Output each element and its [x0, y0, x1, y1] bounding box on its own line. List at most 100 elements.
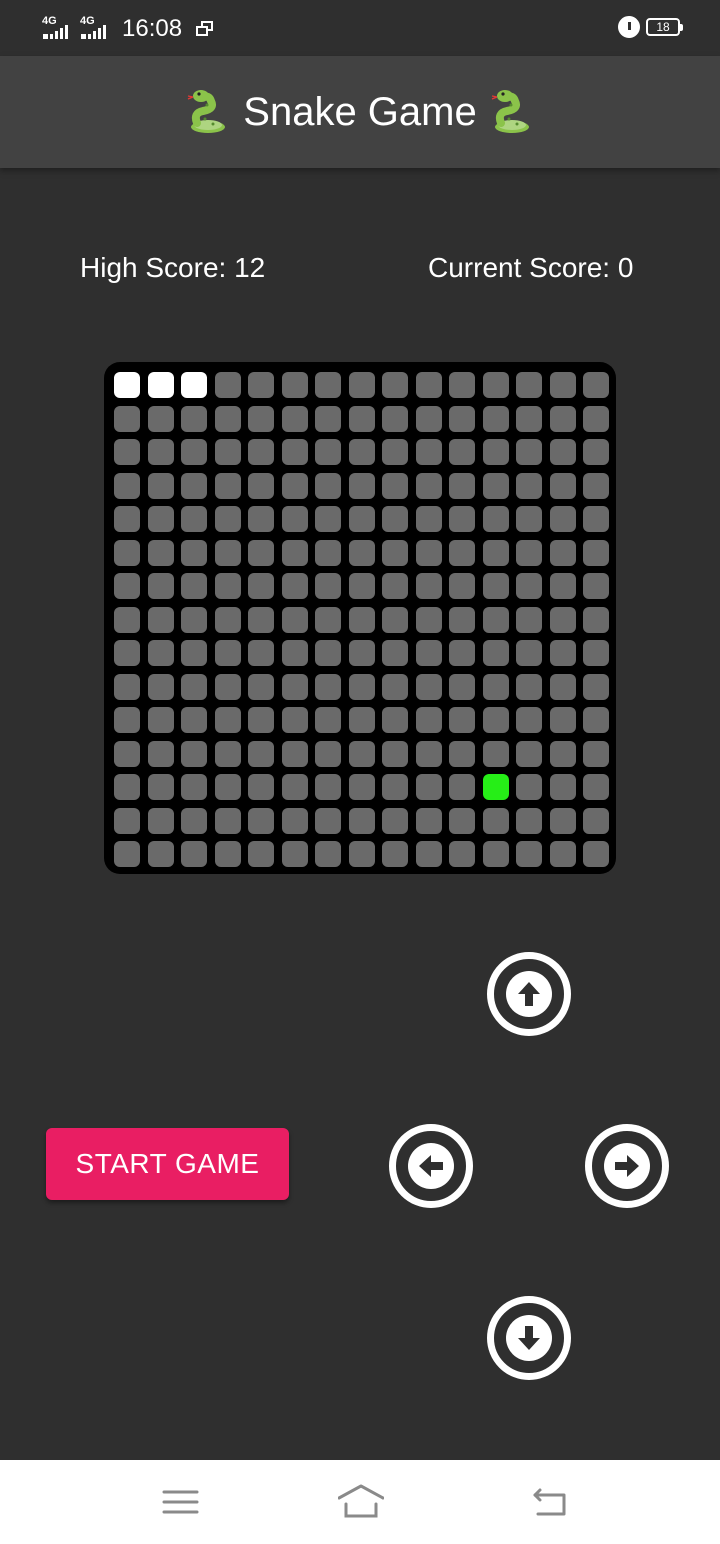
board-cell	[348, 506, 375, 532]
board-cell	[415, 439, 442, 465]
board-cell	[348, 439, 375, 465]
board-cell	[348, 707, 375, 733]
board-cell	[516, 640, 542, 666]
board-cell	[114, 606, 140, 633]
arrow-down-icon	[506, 1315, 552, 1361]
board-cell	[516, 740, 542, 767]
navigation-bar	[0, 1460, 720, 1544]
board-cell	[382, 774, 408, 800]
board-cell	[449, 673, 475, 700]
board-cell	[449, 707, 475, 733]
high-score: High Score: 12	[80, 252, 266, 283]
arrow-up-icon	[506, 971, 552, 1017]
board-cell	[516, 673, 542, 700]
board-cell	[449, 372, 475, 398]
down-button[interactable]	[487, 1296, 571, 1380]
board-cell	[516, 405, 542, 432]
start-game-button[interactable]: START GAME	[46, 1128, 289, 1200]
board-cell	[114, 707, 140, 733]
board-cell	[382, 807, 408, 834]
board-cell	[147, 841, 174, 867]
status-left: 4G 4G 16:08	[42, 14, 214, 44]
board-cell	[281, 372, 308, 398]
board-cell	[181, 707, 207, 733]
board-cell	[449, 774, 475, 800]
left-button[interactable]	[389, 1124, 473, 1208]
board-cell	[482, 807, 509, 834]
board-cell	[549, 506, 576, 532]
board-cell	[281, 841, 308, 867]
board-cell	[315, 841, 341, 867]
board-cell	[114, 573, 140, 599]
board-cell	[248, 405, 274, 432]
snake-segment	[114, 372, 140, 398]
board-cell	[415, 472, 442, 499]
board-cell	[482, 372, 509, 398]
board-cell	[516, 539, 542, 566]
board-cell	[214, 472, 241, 499]
board-cell	[415, 606, 442, 633]
board-cell	[147, 606, 174, 633]
alarm-icon	[618, 16, 640, 38]
snake-segment	[147, 372, 174, 398]
status-time: 16:08	[122, 15, 183, 42]
board-cell	[516, 506, 542, 532]
home-icon[interactable]	[338, 1482, 384, 1522]
board-cell	[583, 740, 609, 767]
board-cell	[516, 807, 542, 834]
board-cell	[147, 573, 174, 599]
board-cell	[281, 774, 308, 800]
board-cell	[482, 841, 509, 867]
board-cell	[449, 841, 475, 867]
board-cell	[382, 539, 408, 566]
board-cell	[549, 807, 576, 834]
board-cell	[281, 405, 308, 432]
current-score: Current Score: 0	[428, 252, 634, 283]
board-cell	[147, 539, 174, 566]
board-cell	[181, 439, 207, 465]
arrow-left-icon	[408, 1143, 454, 1189]
right-button[interactable]	[585, 1124, 669, 1208]
app-title-text: Snake Game	[243, 89, 477, 134]
board-cell	[281, 606, 308, 633]
board-cell	[214, 439, 241, 465]
board-cell	[248, 472, 274, 499]
board-cell	[415, 539, 442, 566]
menu-icon[interactable]	[161, 1482, 201, 1522]
board-cell	[449, 539, 475, 566]
board-cell	[147, 673, 174, 700]
board-cell	[315, 807, 341, 834]
board-cell	[281, 673, 308, 700]
board-cell	[382, 506, 408, 532]
battery-level: 18	[656, 20, 670, 34]
board-cell	[181, 506, 207, 532]
up-button[interactable]	[487, 952, 571, 1036]
board-cell	[181, 740, 207, 767]
snake-icon	[188, 90, 226, 133]
board-cell	[482, 606, 509, 633]
board-cell	[549, 372, 576, 398]
board-cell	[181, 841, 207, 867]
food-item	[482, 774, 509, 800]
board-cell	[482, 539, 509, 566]
board-cell	[415, 506, 442, 532]
board-cell	[348, 774, 375, 800]
board-cell	[583, 539, 609, 566]
board-cell	[583, 573, 609, 599]
board-cell	[415, 573, 442, 599]
board-cell	[248, 707, 274, 733]
board-cell	[348, 573, 375, 599]
board-cell	[583, 673, 609, 700]
back-icon[interactable]	[530, 1482, 570, 1522]
board-cell	[415, 740, 442, 767]
board-cell	[114, 774, 140, 800]
board-cell	[549, 439, 576, 465]
board-cell	[449, 472, 475, 499]
board-cell	[114, 506, 140, 532]
board-cell	[415, 405, 442, 432]
board-cell	[583, 606, 609, 633]
board-cell	[248, 841, 274, 867]
battery-icon: 18	[646, 18, 683, 36]
board-cell	[315, 573, 341, 599]
board-cell	[248, 372, 274, 398]
